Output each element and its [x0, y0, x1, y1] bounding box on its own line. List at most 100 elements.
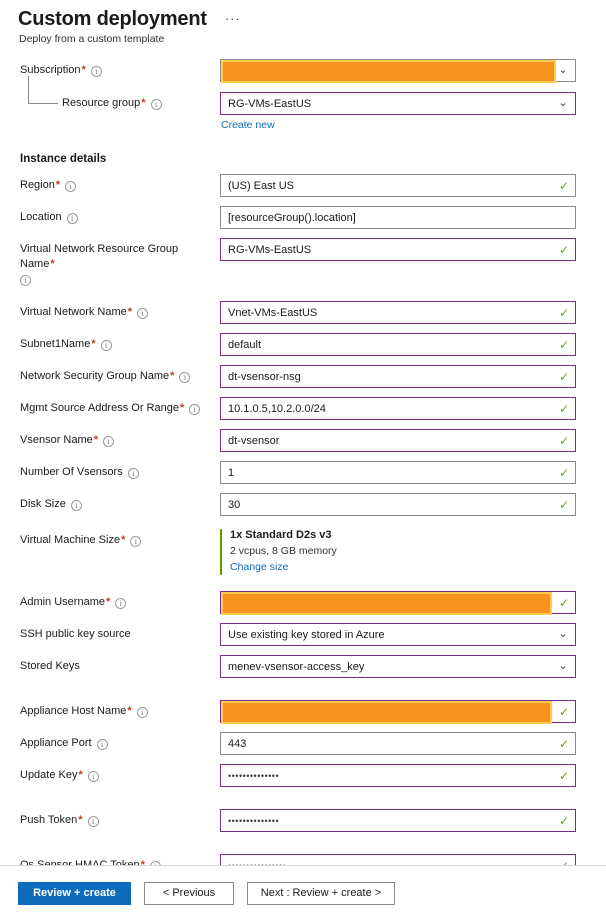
disk-size-input[interactable]: 30 ✓	[220, 493, 576, 516]
row-vm-size: Virtual Machine Size* i 1x Standard D2s v…	[0, 529, 606, 575]
valid-check-icon: ✓	[558, 595, 570, 610]
update-key-input[interactable]: •••••••••••••• ✓	[220, 764, 576, 787]
review-create-button[interactable]: Review + create	[18, 881, 131, 905]
label-mgmt-source-text: Mgmt Source Address Or Range	[20, 402, 179, 414]
vnet-name-value: Vnet-VMs-EastUS	[228, 306, 318, 319]
control-stored-keys: menev-vsensor-access_key ⌄	[220, 655, 586, 678]
chevron-down-icon[interactable]: ⌄	[551, 98, 575, 109]
vnet-resource-group-name-value: RG-VMs-EastUS	[228, 243, 312, 256]
redacted-value-overlay	[221, 60, 556, 83]
control-resource-group: RG-VMs-EastUS ⌄ Create new	[220, 92, 586, 133]
info-icon[interactable]: i	[20, 275, 31, 286]
subscription-dropdown[interactable]: ⌄	[220, 59, 576, 83]
redacted-value-overlay	[221, 592, 552, 615]
required-asterisk: *	[78, 814, 83, 826]
vsensor-name-input[interactable]: dt-vsensor ✓	[220, 429, 576, 452]
info-icon[interactable]: i	[87, 816, 99, 827]
more-options-icon[interactable]: ···	[221, 6, 245, 32]
info-icon[interactable]: i	[137, 308, 149, 319]
vm-size-spec: 2 vcpus, 8 GB memory	[230, 545, 337, 557]
vnet-resource-group-name-input[interactable]: RG-VMs-EastUS ✓	[220, 238, 576, 261]
info-icon[interactable]: i	[96, 739, 108, 750]
previous-button[interactable]: < Previous	[144, 881, 234, 905]
push-token-input[interactable]: •••••••••••••• ✓	[220, 809, 576, 832]
info-icon[interactable]: i	[179, 372, 191, 383]
create-new-link[interactable]: Create new	[221, 119, 275, 131]
required-asterisk: *	[127, 306, 133, 318]
row-appliance-port: Appliance Port i 443 ✓	[0, 732, 606, 755]
label-vnet-name-text: Virtual Network Name	[20, 306, 127, 318]
row-vnet-name: Virtual Network Name* i Vnet-VMs-EastUS ✓	[0, 301, 606, 324]
mgmt-source-input[interactable]: 10.1.0.5,10.2.0.0/24 ✓	[220, 397, 576, 420]
info-icon[interactable]: i	[66, 213, 78, 224]
vnet-name-input[interactable]: Vnet-VMs-EastUS ✓	[220, 301, 576, 324]
resource-group-dropdown[interactable]: RG-VMs-EastUS ⌄	[220, 92, 576, 115]
required-asterisk: *	[105, 596, 111, 608]
subnet1-name-value: default	[228, 338, 262, 351]
chevron-down-icon[interactable]: ⌄	[551, 629, 575, 640]
info-icon[interactable]: i	[136, 707, 148, 718]
row-nsg-name: Network Security Group Name* i dt-vsensor…	[0, 365, 606, 388]
required-asterisk: *	[179, 402, 185, 414]
label-vnet-rg-text: Virtual Network Resource Group Name	[20, 243, 179, 270]
update-key-value: ••••••••••••••	[228, 770, 280, 781]
valid-check-icon: ✓	[558, 305, 570, 320]
valid-check-icon: ✓	[558, 433, 570, 448]
subnet1-name-input[interactable]: default ✓	[220, 333, 576, 356]
change-size-link[interactable]: Change size	[230, 561, 288, 573]
label-vm-size: Virtual Machine Size* i	[20, 529, 220, 548]
region-input[interactable]: (US) East US ✓	[220, 174, 576, 197]
info-icon[interactable]: i	[127, 468, 139, 479]
label-stored-keys: Stored Keys	[20, 655, 220, 674]
ssh-key-source-value: Use existing key stored in Azure	[228, 628, 385, 641]
info-icon[interactable]: i	[103, 436, 115, 447]
chevron-down-icon[interactable]: ⌄	[551, 661, 575, 672]
info-icon[interactable]: i	[87, 771, 99, 782]
tree-connector-icon	[28, 76, 58, 104]
label-disk-size-text: Disk Size	[20, 498, 66, 510]
label-subscription-text: Subscription	[20, 64, 81, 76]
appliance-host-name-input[interactable]: ✓	[220, 700, 576, 724]
row-location: Location i [resourceGroup().location]	[0, 206, 606, 229]
required-asterisk: *	[121, 534, 126, 546]
label-appliance-port: Appliance Port i	[20, 732, 220, 751]
region-value: (US) East US	[228, 179, 295, 192]
stored-keys-dropdown[interactable]: menev-vsensor-access_key ⌄	[220, 655, 576, 678]
info-icon[interactable]: i	[100, 340, 112, 351]
appliance-port-value: 443	[228, 737, 247, 750]
control-nsg-name: dt-vsensor-nsg ✓	[220, 365, 586, 388]
info-icon[interactable]: i	[65, 181, 77, 192]
control-update-key: •••••••••••••• ✓	[220, 764, 586, 787]
next-review-create-button[interactable]: Next : Review + create >	[247, 881, 395, 905]
required-asterisk: *	[127, 705, 132, 717]
control-ssh-key-source: Use existing key stored in Azure ⌄	[220, 623, 586, 646]
row-subscription: Subscription* i ⌄	[0, 59, 606, 83]
info-icon[interactable]: i	[130, 536, 142, 547]
deployment-form: Subscription* i ⌄ Resource group* i RG-VMs…	[0, 59, 606, 877]
label-stored-keys-text: Stored Keys	[20, 660, 80, 672]
label-region: Region* i	[20, 174, 220, 193]
info-icon[interactable]: i	[70, 500, 82, 511]
info-icon[interactable]: i	[150, 99, 162, 110]
vm-size-name: 1x Standard D2s v3	[230, 529, 332, 541]
number-of-vsensors-input[interactable]: 1 ✓	[220, 461, 576, 484]
info-icon[interactable]: i	[189, 404, 201, 415]
label-vnet-resource-group-name: Virtual Network Resource Group Name* i	[20, 238, 220, 287]
required-asterisk: *	[141, 97, 146, 109]
valid-check-icon: ✓	[558, 704, 570, 719]
row-vnet-resource-group-name: Virtual Network Resource Group Name* i RG…	[0, 238, 606, 287]
page-title: Custom deployment	[18, 8, 207, 30]
ssh-key-source-dropdown[interactable]: Use existing key stored in Azure ⌄	[220, 623, 576, 646]
title-row: Custom deployment ···	[18, 6, 606, 32]
info-icon[interactable]: i	[115, 598, 127, 609]
control-push-token: •••••••••••••• ✓	[220, 809, 586, 832]
appliance-port-input[interactable]: 443 ✓	[220, 732, 576, 755]
nsg-name-input[interactable]: dt-vsensor-nsg ✓	[220, 365, 576, 388]
number-of-vsensors-value: 1	[228, 466, 235, 479]
control-mgmt-source: 10.1.0.5,10.2.0.0/24 ✓	[220, 397, 586, 420]
info-icon[interactable]: i	[90, 66, 102, 77]
location-input[interactable]: [resourceGroup().location]	[220, 206, 576, 229]
resource-group-value: RG-VMs-EastUS	[228, 97, 312, 110]
label-ssh-key-source-text: SSH public key source	[20, 628, 131, 640]
admin-username-input[interactable]: ✓	[220, 591, 576, 615]
